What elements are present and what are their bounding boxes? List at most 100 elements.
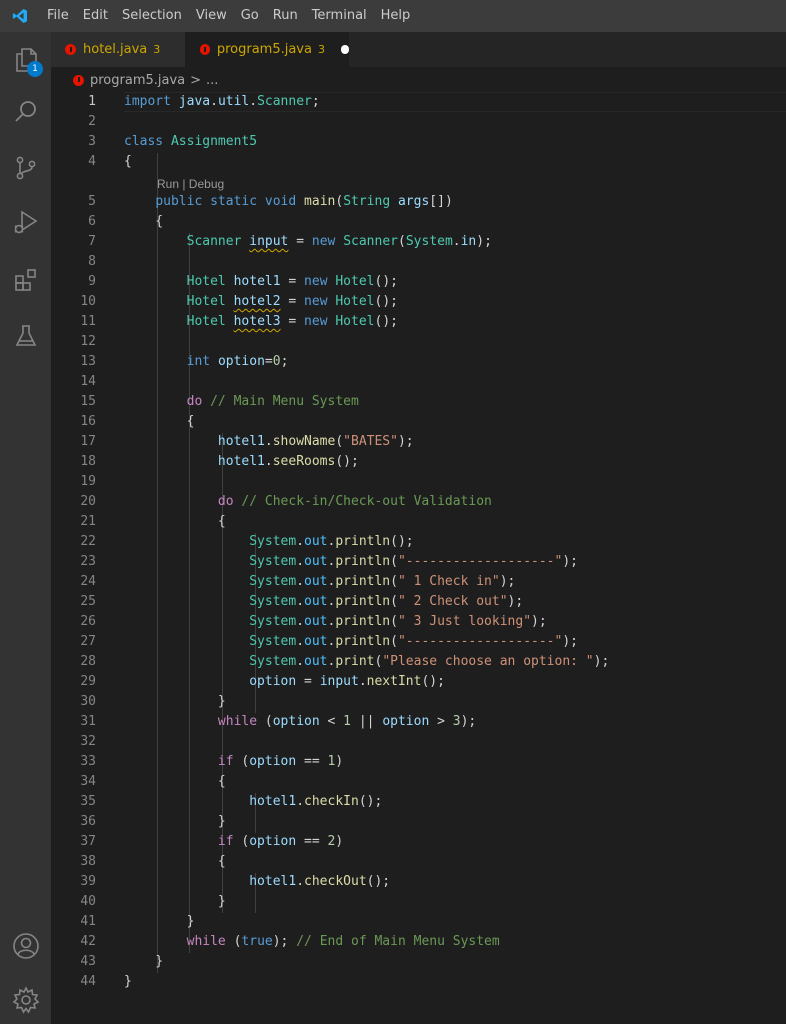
- code-text[interactable]: hotel1.checkOut();: [124, 872, 390, 892]
- code-line[interactable]: 7 Scanner input = new Scanner(System.in)…: [51, 232, 786, 252]
- source-control-icon[interactable]: [0, 144, 51, 192]
- menu-file[interactable]: File: [40, 0, 76, 32]
- files-icon[interactable]: 1: [0, 36, 51, 84]
- code-text[interactable]: {: [124, 852, 226, 872]
- code-line[interactable]: 31 while (option < 1 || option > 3);: [51, 712, 786, 732]
- code-text[interactable]: do // Main Menu System: [124, 392, 359, 412]
- gear-icon[interactable]: [0, 976, 51, 1024]
- code-line[interactable]: 25 System.out.println(" 2 Check out");: [51, 592, 786, 612]
- code-text[interactable]: import java.util.Scanner;: [124, 92, 320, 112]
- code-text[interactable]: }: [124, 692, 226, 712]
- code-text[interactable]: int option=0;: [124, 352, 289, 372]
- code-line[interactable]: 40 }: [51, 892, 786, 912]
- code-line[interactable]: 18 hotel1.seeRooms();: [51, 452, 786, 472]
- code-text[interactable]: public static void main(String args[]): [124, 192, 452, 212]
- breadcrumb-file[interactable]: program5.java: [90, 73, 185, 88]
- code-line[interactable]: 21 {: [51, 512, 786, 532]
- code-line[interactable]: 19: [51, 472, 786, 492]
- code-line[interactable]: 35 hotel1.checkIn();: [51, 792, 786, 812]
- tab-program5-java[interactable]: program5.java 3: [185, 32, 349, 67]
- testing-icon[interactable]: [0, 312, 51, 360]
- code-line[interactable]: 12: [51, 332, 786, 352]
- code-text[interactable]: hotel1.seeRooms();: [124, 452, 359, 472]
- code-line[interactable]: 41 }: [51, 912, 786, 932]
- code-text[interactable]: }: [124, 972, 132, 992]
- menu-go[interactable]: Go: [234, 0, 266, 32]
- run-debug-icon[interactable]: [0, 198, 51, 246]
- code-editor[interactable]: Run | Debug 1 import java.util.Scanner; 2 3…: [51, 92, 786, 1024]
- code-text[interactable]: Hotel hotel2 = new Hotel();: [124, 292, 398, 312]
- code-text[interactable]: hotel1.checkIn();: [124, 792, 382, 812]
- code-text[interactable]: class Assignment5: [124, 132, 257, 152]
- code-line[interactable]: 8: [51, 252, 786, 272]
- menu-help[interactable]: Help: [374, 0, 418, 32]
- code-line[interactable]: 30 }: [51, 692, 786, 712]
- code-line[interactable]: 5 public static void main(String args[]): [51, 192, 786, 212]
- menu-selection[interactable]: Selection: [115, 0, 189, 32]
- code-text[interactable]: if (option == 1): [124, 752, 343, 772]
- code-text[interactable]: while (option < 1 || option > 3);: [124, 712, 476, 732]
- code-line[interactable]: 23 System.out.println("-----------------…: [51, 552, 786, 572]
- code-line[interactable]: 9 Hotel hotel1 = new Hotel();: [51, 272, 786, 292]
- code-line[interactable]: 27 System.out.println("-----------------…: [51, 632, 786, 652]
- menu-run[interactable]: Run: [266, 0, 305, 32]
- code-text[interactable]: Hotel hotel3 = new Hotel();: [124, 312, 398, 332]
- code-text[interactable]: }: [124, 812, 226, 832]
- code-line[interactable]: 2: [51, 112, 786, 132]
- code-text[interactable]: do // Check-in/Check-out Validation: [124, 492, 492, 512]
- code-text[interactable]: {: [124, 412, 195, 432]
- code-text[interactable]: while (true); // End of Main Menu System: [124, 932, 500, 952]
- code-line[interactable]: 1 import java.util.Scanner;: [51, 92, 786, 112]
- code-text[interactable]: if (option == 2): [124, 832, 343, 852]
- code-text[interactable]: System.out.println(" 2 Check out");: [124, 592, 523, 612]
- code-line[interactable]: 6 {: [51, 212, 786, 232]
- code-line[interactable]: 36 }: [51, 812, 786, 832]
- menu-edit[interactable]: Edit: [76, 0, 115, 32]
- code-text[interactable]: System.out.println("-------------------"…: [124, 632, 578, 652]
- code-text[interactable]: System.out.println(" 3 Just looking");: [124, 612, 546, 632]
- tab-hotel-java[interactable]: hotel.java 3: [51, 32, 185, 67]
- code-line[interactable]: 42 while (true); // End of Main Menu Sys…: [51, 932, 786, 952]
- code-line[interactable]: 33 if (option == 1): [51, 752, 786, 772]
- code-text[interactable]: option = input.nextInt();: [124, 672, 445, 692]
- breadcrumb-symbol[interactable]: ...: [206, 73, 218, 88]
- code-line[interactable]: 43 }: [51, 952, 786, 972]
- code-line[interactable]: 3 class Assignment5: [51, 132, 786, 152]
- code-line[interactable]: 4{: [51, 152, 786, 172]
- codelens-run-debug[interactable]: Run | Debug: [157, 174, 224, 194]
- code-text[interactable]: {: [124, 772, 226, 792]
- code-line[interactable]: 28 System.out.print("Please choose an op…: [51, 652, 786, 672]
- extensions-icon[interactable]: [0, 256, 51, 304]
- code-line[interactable]: 20 do // Check-in/Check-out Validation: [51, 492, 786, 512]
- code-line[interactable]: 15 do // Main Menu System: [51, 392, 786, 412]
- code-text[interactable]: System.out.println(" 1 Check in");: [124, 572, 515, 592]
- code-line[interactable]: 17 hotel1.showName("BATES");: [51, 432, 786, 452]
- menu-terminal[interactable]: Terminal: [305, 0, 374, 32]
- code-line[interactable]: 34 {: [51, 772, 786, 792]
- code-text[interactable]: Scanner input = new Scanner(System.in);: [124, 232, 492, 252]
- code-line[interactable]: 44}: [51, 972, 786, 992]
- code-line[interactable]: 37 if (option == 2): [51, 832, 786, 852]
- menu-view[interactable]: View: [189, 0, 234, 32]
- code-line[interactable]: 29 option = input.nextInt();: [51, 672, 786, 692]
- code-text[interactable]: System.out.println();: [124, 532, 413, 552]
- search-icon[interactable]: [0, 88, 51, 136]
- code-line[interactable]: 14: [51, 372, 786, 392]
- code-text[interactable]: {: [124, 512, 226, 532]
- code-line[interactable]: 11 Hotel hotel3 = new Hotel();: [51, 312, 786, 332]
- unsaved-dot-icon[interactable]: [340, 45, 349, 54]
- code-text[interactable]: {: [124, 212, 163, 232]
- code-line[interactable]: 13 int option=0;: [51, 352, 786, 372]
- code-text[interactable]: System.out.println("-------------------"…: [124, 552, 578, 572]
- code-text[interactable]: hotel1.showName("BATES");: [124, 432, 414, 452]
- code-text[interactable]: }: [124, 952, 163, 972]
- code-text[interactable]: }: [124, 892, 226, 912]
- code-line[interactable]: 16 {: [51, 412, 786, 432]
- code-text[interactable]: {: [124, 152, 132, 172]
- code-line[interactable]: 38 {: [51, 852, 786, 872]
- code-line[interactable]: 22 System.out.println();: [51, 532, 786, 552]
- code-text[interactable]: Hotel hotel1 = new Hotel();: [124, 272, 398, 292]
- code-line[interactable]: 24 System.out.println(" 1 Check in");: [51, 572, 786, 592]
- code-line[interactable]: 10 Hotel hotel2 = new Hotel();: [51, 292, 786, 312]
- code-line[interactable]: 39 hotel1.checkOut();: [51, 872, 786, 892]
